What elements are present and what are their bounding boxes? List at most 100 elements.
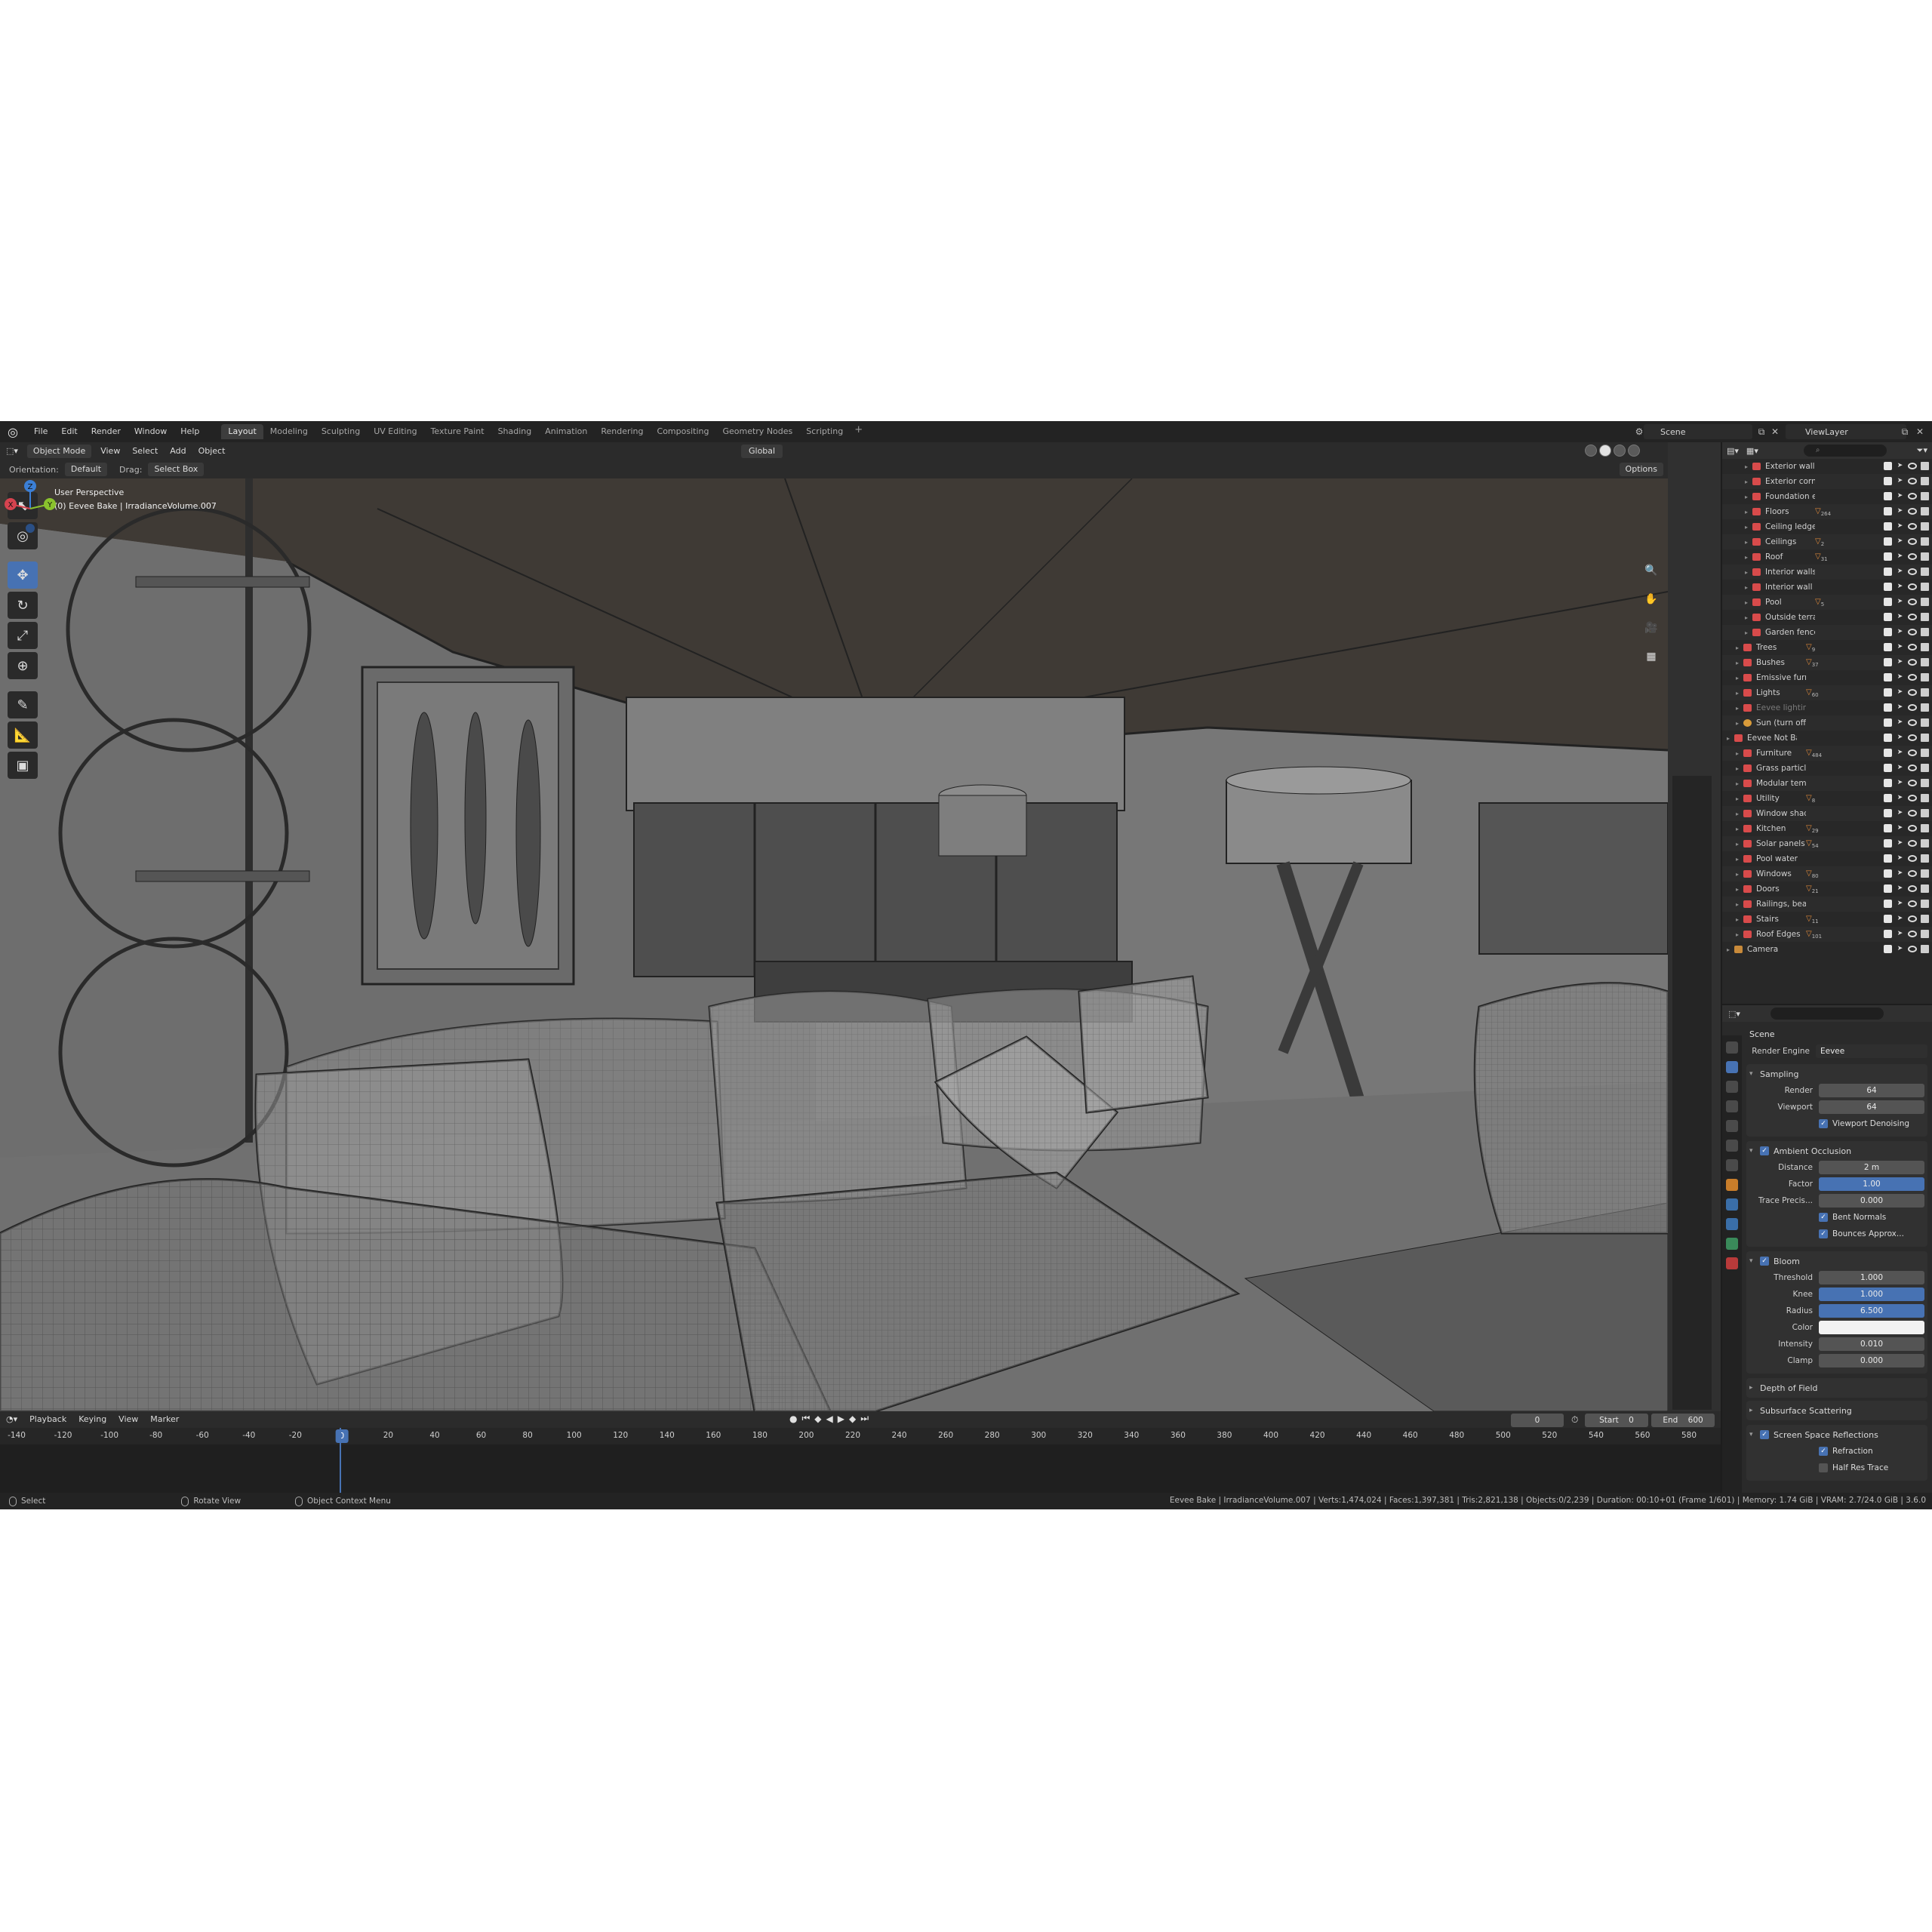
bounces-row[interactable]: ✓ Bounces Approx... <box>1749 1226 1924 1242</box>
knee-slider[interactable]: 1.000 <box>1819 1287 1924 1301</box>
marker-menu[interactable]: Marker <box>144 1413 185 1426</box>
outliner-row[interactable]: ▸ Furniture ▽484 ➤ <box>1722 746 1932 761</box>
selectable-arrow-icon[interactable]: ➤ <box>1896 734 1904 742</box>
exclude-checkbox[interactable] <box>1884 764 1892 772</box>
selectable-arrow-icon[interactable]: ➤ <box>1896 552 1904 561</box>
eye-icon[interactable] <box>1908 538 1917 545</box>
viewport-samples-field[interactable]: 64 <box>1819 1100 1924 1114</box>
outliner-row[interactable]: ▸ Foundation exter ➤ <box>1722 489 1932 504</box>
current-frame-field[interactable]: 0 <box>1511 1414 1564 1427</box>
exclude-checkbox[interactable] <box>1884 749 1892 757</box>
ao-factor-slider[interactable]: 1.00 <box>1819 1177 1924 1191</box>
render-camera-icon[interactable] <box>1921 522 1929 531</box>
selectable-arrow-icon[interactable]: ➤ <box>1896 522 1904 531</box>
eye-icon[interactable] <box>1908 598 1917 605</box>
render-camera-icon[interactable] <box>1921 462 1929 470</box>
eye-icon[interactable] <box>1908 795 1917 801</box>
expand-arrow-icon[interactable]: ▸ <box>1745 463 1752 470</box>
expand-arrow-icon[interactable]: ▸ <box>1745 614 1752 621</box>
eye-icon[interactable] <box>1908 840 1917 847</box>
outliner-row[interactable]: ▸ Ceiling ledges ➤ <box>1722 519 1932 534</box>
outliner-row[interactable]: ▸ Window shades ➤ <box>1722 806 1932 821</box>
render-camera-icon[interactable] <box>1921 703 1929 712</box>
options-dropdown[interactable]: Options <box>1619 463 1663 476</box>
render-camera-icon[interactable] <box>1921 839 1929 848</box>
exclude-checkbox[interactable] <box>1884 492 1892 500</box>
exclude-checkbox[interactable] <box>1884 688 1892 697</box>
selectable-arrow-icon[interactable]: ➤ <box>1896 884 1904 893</box>
rendered-shading-button[interactable] <box>1628 445 1640 457</box>
subsurface-scattering-panel[interactable]: ▸ Subsurface Scattering <box>1746 1401 1927 1420</box>
intensity-field[interactable]: 0.010 <box>1819 1337 1924 1351</box>
outliner-row[interactable]: ▸ Ceilings ▽2 ➤ <box>1722 534 1932 549</box>
menu-edit[interactable]: Edit <box>54 421 84 442</box>
collection-tab-icon[interactable] <box>1726 1159 1738 1171</box>
exclude-checkbox[interactable] <box>1884 703 1892 712</box>
render-samples-field[interactable]: 64 <box>1819 1084 1924 1097</box>
expand-arrow-icon[interactable]: ▸ <box>1736 886 1743 893</box>
render-engine-dropdown[interactable]: Eevee <box>1816 1044 1927 1058</box>
selectable-arrow-icon[interactable]: ➤ <box>1896 492 1904 500</box>
expand-arrow-icon[interactable]: ▸ <box>1745 509 1752 515</box>
selectable-arrow-icon[interactable]: ➤ <box>1896 930 1904 938</box>
selectable-arrow-icon[interactable]: ➤ <box>1896 658 1904 666</box>
selectable-arrow-icon[interactable]: ➤ <box>1896 915 1904 923</box>
outliner-row[interactable]: ▸ Stairs ▽11 ➤ <box>1722 912 1932 927</box>
outliner-row[interactable]: ▸ Railings, beams and ➤ <box>1722 897 1932 912</box>
exclude-checkbox[interactable] <box>1884 477 1892 485</box>
eye-icon[interactable] <box>1908 629 1917 635</box>
exclude-checkbox[interactable] <box>1884 628 1892 636</box>
eye-icon[interactable] <box>1908 508 1917 515</box>
expand-arrow-icon[interactable]: ▸ <box>1745 554 1752 561</box>
expand-arrow-icon[interactable]: ▸ <box>1736 720 1743 727</box>
expand-arrow-icon[interactable]: ▸ <box>1745 524 1752 531</box>
render-camera-icon[interactable] <box>1921 915 1929 923</box>
render-camera-icon[interactable] <box>1921 492 1929 500</box>
tab-animation[interactable]: Animation <box>538 424 594 439</box>
exclude-checkbox[interactable] <box>1884 643 1892 651</box>
object-menu[interactable]: Object <box>192 445 232 458</box>
exclude-checkbox[interactable] <box>1884 522 1892 531</box>
expand-arrow-icon[interactable]: ▸ <box>1736 750 1743 757</box>
exclude-checkbox[interactable] <box>1884 945 1892 953</box>
expand-arrow-icon[interactable]: ▸ <box>1745 599 1752 606</box>
new-scene-icon[interactable]: ⧉ <box>1755 426 1767 438</box>
eye-icon[interactable] <box>1908 644 1917 651</box>
scene-tab-icon[interactable] <box>1726 1120 1738 1132</box>
end-frame-field[interactable]: End 600 <box>1651 1414 1715 1427</box>
delete-scene-icon[interactable]: ✕ <box>1769 426 1781 438</box>
delete-view-layer-icon[interactable]: ✕ <box>1914 426 1926 438</box>
exclude-checkbox[interactable] <box>1884 884 1892 893</box>
scene-selector[interactable]: Scene <box>1644 424 1752 439</box>
refraction-checkbox[interactable]: ✓ <box>1819 1447 1828 1456</box>
eye-icon[interactable] <box>1908 900 1917 907</box>
wireframe-shading-button[interactable] <box>1585 445 1597 457</box>
expand-arrow-icon[interactable]: ▸ <box>1745 584 1752 591</box>
eye-icon[interactable] <box>1908 885 1917 892</box>
selectable-arrow-icon[interactable]: ➤ <box>1896 764 1904 772</box>
eye-icon[interactable] <box>1908 689 1917 696</box>
pan-hand-icon[interactable]: ✋ <box>1641 589 1662 610</box>
exclude-checkbox[interactable] <box>1884 854 1892 863</box>
transform-orientation-dropdown[interactable]: Global <box>741 445 783 458</box>
tab-uv-editing[interactable]: UV Editing <box>367 424 423 439</box>
outliner-row[interactable]: ▸ Garden fences ➤ <box>1722 625 1932 640</box>
outliner-row[interactable]: ▸ Eevee Not Bake ➤ <box>1722 731 1932 746</box>
selectable-arrow-icon[interactable]: ➤ <box>1896 824 1904 832</box>
view-layer-selector[interactable]: ViewLayer <box>1786 424 1906 439</box>
selectable-arrow-icon[interactable]: ➤ <box>1896 900 1904 908</box>
selectable-arrow-icon[interactable]: ➤ <box>1896 869 1904 878</box>
selectable-arrow-icon[interactable]: ➤ <box>1896 779 1904 787</box>
exclude-checkbox[interactable] <box>1884 779 1892 787</box>
blender-logo-icon[interactable]: ◎ <box>5 423 21 440</box>
expand-arrow-icon[interactable]: ▸ <box>1736 826 1743 832</box>
bent-normals-row[interactable]: ✓ Bent Normals <box>1749 1209 1924 1226</box>
render-camera-icon[interactable] <box>1921 749 1929 757</box>
eye-icon[interactable] <box>1908 614 1917 620</box>
tab-rendering[interactable]: Rendering <box>594 424 650 439</box>
menu-file[interactable]: File <box>27 421 54 442</box>
expand-arrow-icon[interactable]: ▸ <box>1736 705 1743 712</box>
selectable-arrow-icon[interactable]: ➤ <box>1896 945 1904 953</box>
exclude-checkbox[interactable] <box>1884 598 1892 606</box>
modifier-tab-icon[interactable] <box>1726 1198 1738 1211</box>
